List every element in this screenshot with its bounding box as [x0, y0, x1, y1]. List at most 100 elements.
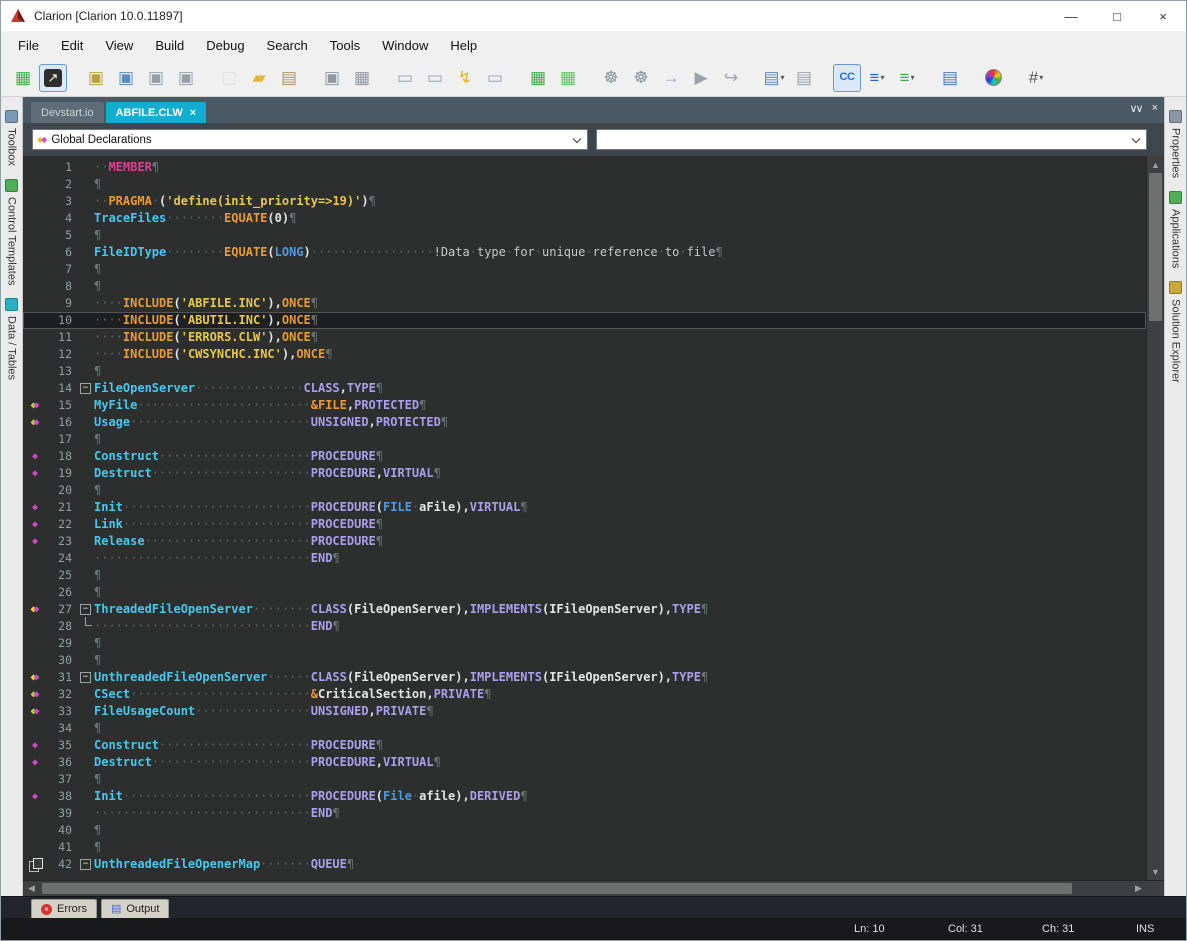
- code-text[interactable]: Construct·····················PROCEDURE¶: [94, 448, 1146, 465]
- code-line-41[interactable]: 41¶: [23, 839, 1146, 856]
- line-number[interactable]: 18: [47, 448, 77, 465]
- menu-search[interactable]: Search: [256, 33, 319, 58]
- line-number[interactable]: 7: [47, 261, 77, 278]
- code-line-12[interactable]: 12····INCLUDE('CWSYNCHC.INC'),ONCE¶: [23, 346, 1146, 363]
- menu-tools[interactable]: Tools: [319, 33, 371, 58]
- compile-icon[interactable]: ☸: [597, 64, 625, 92]
- code-line-36[interactable]: ◆36Destruct······················PROCEDU…: [23, 754, 1146, 771]
- menu-file[interactable]: File: [7, 33, 50, 58]
- code-line-15[interactable]: ◆◆15MyFile························&FILE,…: [23, 397, 1146, 414]
- code-text[interactable]: ¶: [94, 227, 1146, 244]
- menu-view[interactable]: View: [94, 33, 144, 58]
- line-number[interactable]: 15: [47, 397, 77, 414]
- code-line-23[interactable]: ◆23Release·······················PROCEDU…: [23, 533, 1146, 550]
- maximize-button[interactable]: □: [1094, 1, 1140, 31]
- code-line-11[interactable]: 11····INCLUDE('ERRORS.CLW'),ONCE¶: [23, 329, 1146, 346]
- code-text[interactable]: ····INCLUDE('ERRORS.CLW'),ONCE¶: [94, 329, 1146, 346]
- fold-toggle-icon[interactable]: −: [80, 604, 91, 615]
- menu-debug[interactable]: Debug: [195, 33, 255, 58]
- panel-tab-properties[interactable]: Properties: [1169, 110, 1182, 178]
- code-text[interactable]: Destruct······················PROCEDURE,…: [94, 465, 1146, 482]
- code-text[interactable]: Init··························PROCEDURE(…: [94, 499, 1146, 516]
- code-line-24[interactable]: 24······························END¶: [23, 550, 1146, 567]
- paste-icon[interactable]: ▤: [275, 64, 303, 92]
- code-line-32[interactable]: ◆◆32CSect·························&Criti…: [23, 686, 1146, 703]
- line-number[interactable]: 21: [47, 499, 77, 516]
- code-text[interactable]: Init··························PROCEDURE(…: [94, 788, 1146, 805]
- code-text[interactable]: Release·······················PROCEDURE¶: [94, 533, 1146, 550]
- close-document-icon[interactable]: ×: [1152, 102, 1156, 115]
- code-line-16[interactable]: ◆◆16Usage·························UNSIGN…: [23, 414, 1146, 431]
- line-number[interactable]: 28: [47, 618, 77, 635]
- tab-abfile-clw[interactable]: ABFILE.CLW×: [106, 102, 207, 123]
- line-number[interactable]: 31: [47, 669, 77, 686]
- line-number[interactable]: 42: [47, 856, 77, 873]
- panel-tab-toolbox[interactable]: Toolbox: [5, 110, 18, 166]
- filter-lines-icon[interactable]: ≡▾: [893, 64, 921, 92]
- code-text[interactable]: ¶: [94, 431, 1146, 448]
- minimize-button[interactable]: —: [1048, 1, 1094, 31]
- list-view-icon[interactable]: ▤: [936, 64, 964, 92]
- rebuild-icon[interactable]: ☸: [627, 64, 655, 92]
- line-number[interactable]: 2: [47, 176, 77, 193]
- code-line-25[interactable]: 25¶: [23, 567, 1146, 584]
- new-solution-icon[interactable]: ▣: [82, 64, 110, 92]
- code-text[interactable]: Construct·····················PROCEDURE¶: [94, 737, 1146, 754]
- code-line-27[interactable]: ◆◆27−ThreadedFileOpenServer········CLASS…: [23, 601, 1146, 618]
- panel-tab-errors[interactable]: ×Errors: [31, 899, 97, 918]
- code-line-39[interactable]: 39······························END¶: [23, 805, 1146, 822]
- code-line-19[interactable]: ◆19Destruct······················PROCEDU…: [23, 465, 1146, 482]
- code-line-13[interactable]: 13¶: [23, 363, 1146, 380]
- line-number[interactable]: 36: [47, 754, 77, 771]
- close-tab-icon[interactable]: ×: [190, 107, 196, 119]
- chevron-down-icon[interactable]: [573, 135, 581, 143]
- scroll-right-icon[interactable]: ▶: [1130, 881, 1147, 897]
- line-number[interactable]: 4: [47, 210, 77, 227]
- line-number[interactable]: 23: [47, 533, 77, 550]
- code-text[interactable]: ¶: [94, 652, 1146, 669]
- code-line-2[interactable]: 2¶: [23, 176, 1146, 193]
- line-number[interactable]: 3: [47, 193, 77, 210]
- line-number[interactable]: 13: [47, 363, 77, 380]
- code-text[interactable]: UnthreadedFileOpenServer······CLASS(File…: [94, 669, 1146, 686]
- horizontal-scroll-thumb[interactable]: [42, 883, 1072, 894]
- quick-start-icon[interactable]: ↗: [39, 64, 67, 92]
- run-report-icon[interactable]: ▭: [421, 64, 449, 92]
- vertical-scrollbar[interactable]: ▲ ▼: [1146, 156, 1164, 880]
- code-line-40[interactable]: 40¶: [23, 822, 1146, 839]
- open-file-icon[interactable]: ▰: [245, 64, 273, 92]
- fold-toggle-icon[interactable]: −: [80, 859, 91, 870]
- line-number[interactable]: 35: [47, 737, 77, 754]
- code-text[interactable]: ¶: [94, 278, 1146, 295]
- code-line-31[interactable]: ◆◆31−UnthreadedFileOpenServer······CLASS…: [23, 669, 1146, 686]
- code-line-28[interactable]: 28······························END¶: [23, 618, 1146, 635]
- line-number[interactable]: 30: [47, 652, 77, 669]
- fold-toggle-icon[interactable]: −: [80, 672, 91, 683]
- line-number[interactable]: 17: [47, 431, 77, 448]
- line-number[interactable]: 9: [47, 295, 77, 312]
- chevron-down-icon[interactable]: [1132, 135, 1140, 143]
- code-line-42[interactable]: 42−UnthreadedFileOpenerMap·······QUEUE¶: [23, 856, 1146, 873]
- code-text[interactable]: ¶: [94, 482, 1146, 499]
- open-solution-icon[interactable]: ▣: [112, 64, 140, 92]
- sort-lines-icon[interactable]: ≡▾: [863, 64, 891, 92]
- debug-icon[interactable]: ↪: [717, 64, 745, 92]
- code-line-6[interactable]: 6FileIDType········EQUATE(LONG)·········…: [23, 244, 1146, 261]
- code-line-20[interactable]: 20¶: [23, 482, 1146, 499]
- code-text[interactable]: FileOpenServer···············CLASS,TYPE¶: [94, 380, 1146, 397]
- code-line-7[interactable]: 7¶: [23, 261, 1146, 278]
- code-line-38[interactable]: ◆38Init··························PROCEDU…: [23, 788, 1146, 805]
- line-number[interactable]: 29: [47, 635, 77, 652]
- code-text[interactable]: TraceFiles········EQUATE(0)¶: [94, 210, 1146, 227]
- line-number[interactable]: 38: [47, 788, 77, 805]
- line-number[interactable]: 24: [47, 550, 77, 567]
- code-text[interactable]: Destruct······················PROCEDURE,…: [94, 754, 1146, 771]
- code-line-9[interactable]: 9····INCLUDE('ABFILE.INC'),ONCE¶: [23, 295, 1146, 312]
- code-line-29[interactable]: 29¶: [23, 635, 1146, 652]
- code-line-17[interactable]: 17 ¶: [23, 431, 1146, 448]
- close-button[interactable]: ×: [1140, 1, 1186, 31]
- line-number[interactable]: 10: [47, 312, 77, 329]
- line-number[interactable]: 6: [47, 244, 77, 261]
- code-line-3[interactable]: 3··PRAGMA·('define(init_priority=>19)')¶: [23, 193, 1146, 210]
- code-text[interactable]: ¶: [94, 771, 1146, 788]
